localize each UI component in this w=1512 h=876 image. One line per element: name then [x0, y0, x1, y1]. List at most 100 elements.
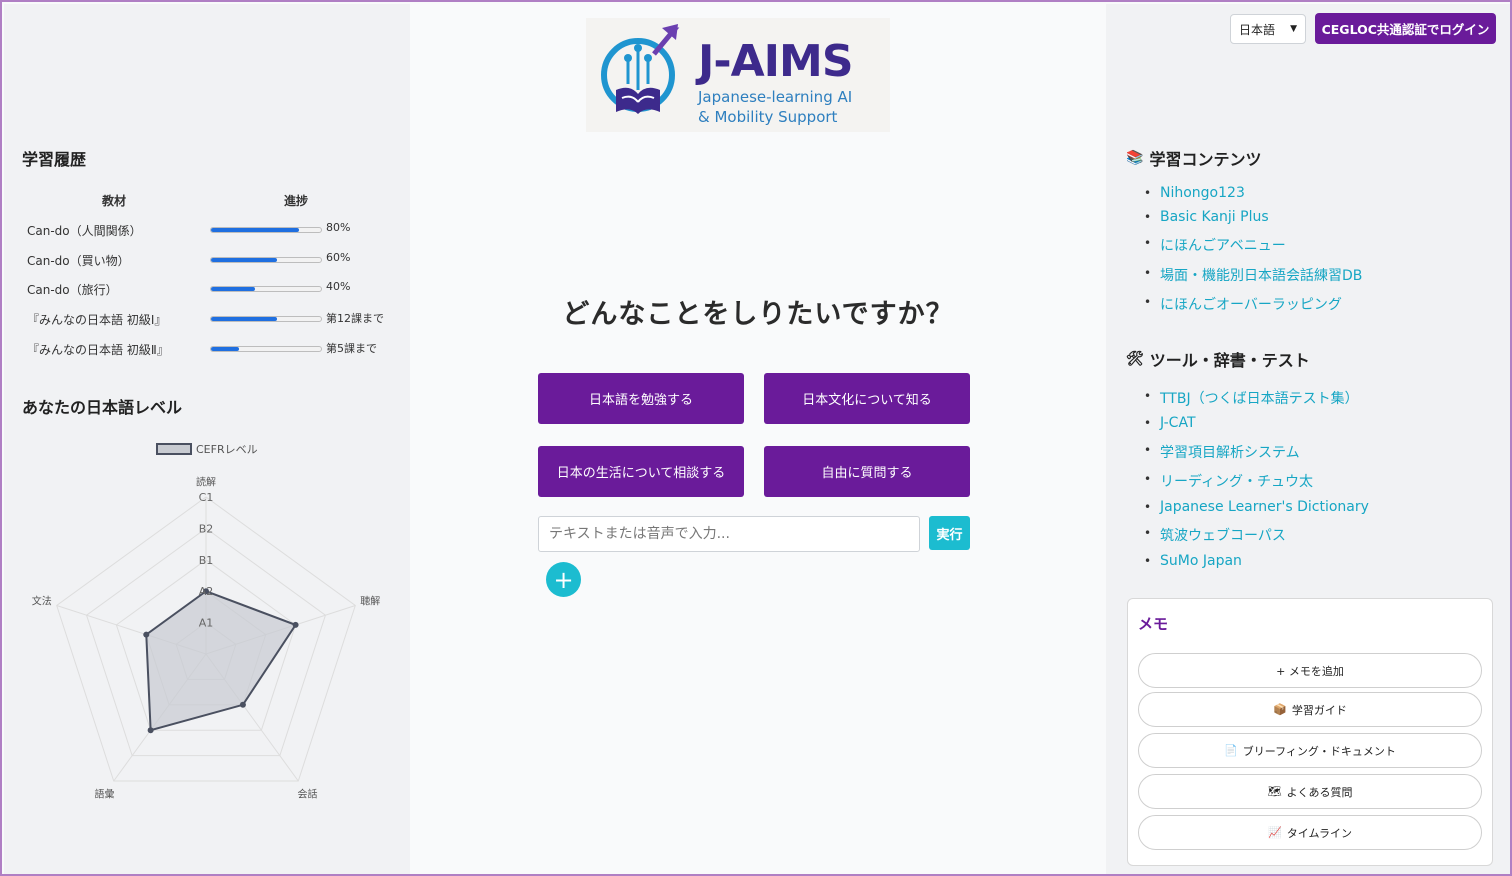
row-label: Can-do（買い物）: [27, 254, 130, 268]
radar-scale-label: C1: [199, 491, 214, 504]
link-conversation-db[interactable]: 場面・機能別日本語会話練習DB: [1144, 265, 1362, 294]
legend-label: CEFRレベル: [196, 443, 258, 456]
radar-data-point: [147, 727, 154, 734]
radar-data-area: [145, 590, 298, 732]
radar-scale-label: A2: [199, 585, 214, 598]
row-label: 『みんなの日本語 初級Ⅰ』: [27, 313, 167, 327]
content-links: Nihongo123 Basic Kanji Plus にほんごアベニュー 場面…: [1144, 185, 1362, 318]
progress-fill: [211, 347, 239, 351]
history-title: 学習履歴: [22, 150, 87, 169]
table-row: 『みんなの日本語 初級Ⅱ』 第5課まで: [22, 339, 392, 359]
radar-data-point: [292, 621, 299, 628]
logo-icon: [601, 24, 680, 114]
memo-button-label: 学習ガイド: [1291, 703, 1347, 717]
tools-heading: 🛠 ツール・辞書・テスト: [1126, 347, 1310, 371]
content-title: 学習コンテンツ: [1149, 150, 1262, 169]
chevron-down-icon: ▼: [1290, 24, 1297, 34]
row-label: Can-do（旅行）: [27, 283, 118, 297]
chart-legend[interactable]: CEFRレベル: [156, 441, 258, 457]
timeline-button[interactable]: 📈 タイムライン: [1138, 815, 1482, 850]
memo-button-label: よくある質問: [1286, 785, 1353, 799]
radar-chart: A1 A2 B1 B2 C1 読解聴解会話 語彙 文法: [32, 475, 380, 801]
logo-subtitle-1: Japanese-learning AI: [698, 88, 853, 106]
add-memo-button[interactable]: + メモを追加: [1138, 653, 1482, 688]
progress-bar: [210, 227, 322, 233]
document-icon: 📄: [1224, 744, 1238, 757]
link-overlapping[interactable]: にほんごオーバーラッピング: [1144, 294, 1362, 318]
briefing-document-button[interactable]: 📄 ブリーフィング・ドキュメント: [1138, 733, 1482, 768]
right-panel: 日本語 ▼ CEGLOC共通認証でログイン 📚 学習コンテンツ Nihongo1…: [1106, 4, 1510, 874]
study-guide-button[interactable]: 📦 学習ガイド: [1138, 692, 1482, 727]
books-icon: 📚: [1126, 150, 1144, 166]
content-heading: 📚 学習コンテンツ: [1126, 146, 1261, 170]
table-row: Can-do（人間関係） 80%: [22, 220, 392, 240]
link-analysis-system[interactable]: 学習項目解析システム: [1144, 442, 1369, 471]
link-nihongo123[interactable]: Nihongo123: [1144, 185, 1362, 209]
app-window: 学習履歴 教材 進捗 Can-do（人間関係） 80% Can-do（買い物） …: [0, 0, 1512, 876]
study-japanese-button[interactable]: 日本語を勉強する: [538, 373, 744, 424]
progress-bar: [210, 316, 322, 322]
login-button[interactable]: CEGLOC共通認証でログイン: [1315, 13, 1496, 44]
logo: J-AIMS Japanese-learning AI & Mobility S…: [586, 18, 890, 132]
col-progress-header: 進捗: [284, 194, 309, 208]
tools-icon: 🛠: [1126, 351, 1144, 367]
radar-axis-label: 語彙: [94, 788, 114, 801]
link-learners-dictionary[interactable]: Japanese Learner's Dictionary: [1144, 499, 1369, 525]
radar-data-point: [239, 701, 246, 708]
run-button[interactable]: 実行: [929, 516, 970, 550]
add-button[interactable]: +: [546, 562, 581, 597]
main-question: どんなことをしりたいですか？: [562, 299, 954, 330]
progress-fill: [211, 317, 277, 321]
faq-button[interactable]: 🗺 よくある質問: [1138, 774, 1482, 809]
link-basic-kanji[interactable]: Basic Kanji Plus: [1144, 209, 1362, 235]
radar-axis-label: 聴解: [360, 595, 380, 608]
link-nihongo-avenue[interactable]: にほんごアベニュー: [1144, 235, 1362, 265]
logo-subtitle-2: & Mobility Support: [698, 108, 838, 126]
memo-card: メモ + メモを追加 📦 学習ガイド 📄 ブリーフィング・ドキュメント 🗺 よく…: [1127, 598, 1493, 866]
progress-bar: [210, 346, 322, 352]
radar-data-point: [143, 631, 150, 638]
radar-axis-label: 文法: [32, 595, 52, 608]
language-select[interactable]: 日本語 ▼: [1230, 14, 1306, 44]
memo-button-label: タイムライン: [1286, 826, 1352, 840]
memo-title: メモ: [1138, 615, 1169, 633]
row-value: 80%: [326, 221, 351, 234]
memo-button-label: + メモを追加: [1276, 664, 1344, 678]
radar-axis-label: 読解: [196, 475, 216, 488]
progress-fill: [211, 258, 277, 262]
query-input[interactable]: [538, 516, 920, 552]
link-reading-chuta[interactable]: リーディング・チュウ太: [1144, 471, 1369, 499]
tools-title: ツール・辞書・テスト: [1149, 351, 1310, 370]
table-row: 『みんなの日本語 初級Ⅰ』 第12課まで: [22, 309, 392, 329]
row-label: 『みんなの日本語 初級Ⅱ』: [27, 343, 169, 357]
progress-bar: [210, 286, 322, 292]
row-value: 40%: [326, 280, 351, 293]
radar-scale-label: B2: [199, 522, 214, 535]
row-value: 第5課まで: [326, 342, 377, 355]
map-icon: 🗺: [1267, 785, 1282, 798]
memo-button-label: ブリーフィング・ドキュメント: [1242, 744, 1396, 758]
table-row: Can-do（買い物） 60%: [22, 250, 392, 270]
row-value: 60%: [326, 251, 351, 264]
radar-axis-label: 会話: [298, 788, 318, 801]
progress-fill: [211, 287, 255, 291]
main-area: J-AIMS Japanese-learning AI & Mobility S…: [410, 4, 1106, 874]
row-label: Can-do（人間関係）: [27, 224, 142, 238]
chart-icon: 📈: [1268, 826, 1282, 839]
link-sumo-japan[interactable]: SuMo Japan: [1144, 553, 1369, 577]
row-value: 第12課まで: [326, 312, 384, 325]
tools-links: TTBJ（つくば日本語テスト集） J-CAT 学習項目解析システム リーディング…: [1144, 388, 1369, 577]
free-question-button[interactable]: 自由に質問する: [764, 446, 970, 497]
progress-bar: [210, 257, 322, 263]
col-material-header: 教材: [102, 194, 127, 208]
left-panel: 学習履歴 教材 進捗 Can-do（人間関係） 80% Can-do（買い物） …: [4, 4, 410, 874]
level-title: あなたの日本語レベル: [22, 398, 183, 417]
language-value: 日本語: [1239, 22, 1276, 37]
life-consult-button[interactable]: 日本の生活について相談する: [538, 446, 744, 497]
link-ttbj[interactable]: TTBJ（つくば日本語テスト集）: [1144, 388, 1369, 415]
radar-scale-label: A1: [199, 617, 214, 630]
link-jcat[interactable]: J-CAT: [1144, 415, 1369, 442]
link-web-corpus[interactable]: 筑波ウェブコーパス: [1144, 525, 1369, 553]
package-icon: 📦: [1273, 703, 1287, 716]
japanese-culture-button[interactable]: 日本文化について知る: [764, 373, 970, 424]
